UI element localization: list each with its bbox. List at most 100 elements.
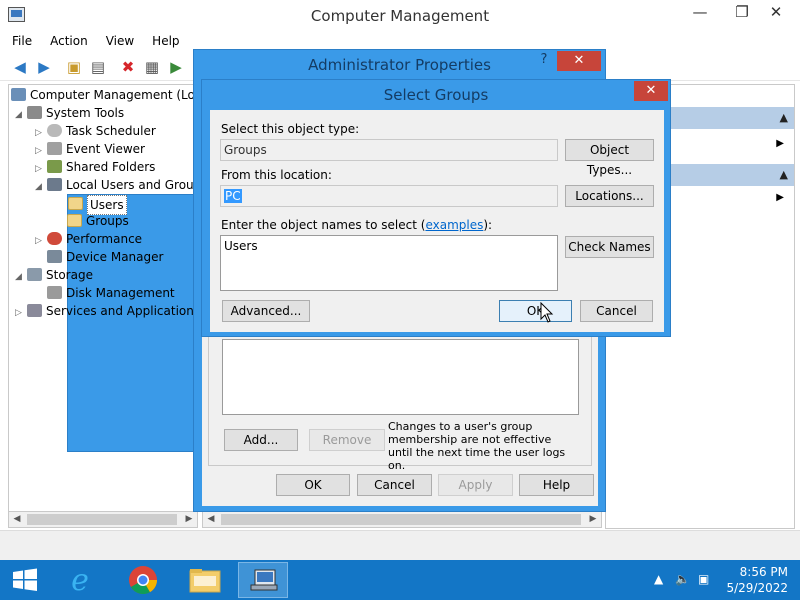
export-list-icon[interactable]: ▶: [166, 57, 186, 77]
object-type-field: Groups: [220, 139, 558, 161]
close-button[interactable]: ✕: [752, 0, 800, 26]
volume-muted-icon[interactable]: 🔈: [675, 572, 690, 586]
object-names-input[interactable]: Users: [220, 235, 558, 291]
properties-icon[interactable]: ▦: [142, 57, 162, 77]
tree-label: Performance: [66, 232, 143, 246]
windows-logo-icon: [13, 568, 37, 591]
help-button[interactable]: ?: [534, 52, 554, 72]
tree-label: Local Users and Groups: [66, 178, 198, 192]
cancel-button[interactable]: Cancel: [580, 300, 653, 322]
start-button[interactable]: [0, 562, 50, 598]
collapse-up-icon[interactable]: ▲: [780, 164, 788, 186]
object-type-label: Select this object type:: [221, 122, 360, 136]
scroll-right-icon[interactable]: ▶: [585, 512, 601, 527]
internet-explorer-icon: e: [71, 563, 89, 598]
ok-button[interactable]: OK: [276, 474, 350, 496]
taskbar-file-explorer[interactable]: [180, 562, 230, 598]
expand-arrow-icon[interactable]: ▷: [15, 304, 27, 322]
system-clock[interactable]: 8:56 PM 5/29/2022: [718, 564, 788, 596]
member-of-list[interactable]: [222, 339, 579, 415]
location-field: PC: [220, 185, 558, 207]
services-icon: [27, 304, 42, 317]
chrome-icon: [129, 566, 157, 594]
disk-icon: [47, 286, 62, 299]
tree-item-performance[interactable]: ▷ Performance: [35, 230, 142, 248]
collapse-up-icon[interactable]: ▲: [780, 107, 788, 129]
scroll-left-icon[interactable]: ◀: [203, 512, 219, 527]
tree-item-storage[interactable]: ◢ Storage: [15, 266, 93, 284]
taskbar-computer-management[interactable]: [238, 562, 288, 598]
remove-button[interactable]: Remove: [309, 429, 385, 451]
add-button[interactable]: Add...: [224, 429, 298, 451]
back-icon[interactable]: ◀: [10, 57, 30, 77]
device-manager-icon: [47, 250, 62, 263]
collapse-arrow-icon[interactable]: ◢: [15, 268, 27, 286]
object-types-button[interactable]: Object Types...: [565, 139, 654, 177]
delete-icon[interactable]: ✖: [118, 57, 138, 77]
tree-item-device-manager[interactable]: Device Manager: [47, 248, 163, 266]
forward-icon[interactable]: ▶: [34, 57, 54, 77]
scroll-thumb[interactable]: [27, 514, 177, 525]
membership-note: Changes to a user's group membership are…: [388, 420, 566, 472]
taskbar: e ▲ 🔈 ▣ 8:56 PM 5/29/2022: [0, 560, 800, 600]
cancel-button[interactable]: Cancel: [357, 474, 432, 496]
minimize-button[interactable]: —: [680, 0, 720, 26]
status-bar: [0, 530, 800, 560]
check-names-button[interactable]: Check Names: [565, 236, 654, 258]
tree-horizontal-scrollbar[interactable]: ◀ ▶: [8, 511, 198, 528]
clock-time: 8:56 PM: [739, 565, 788, 579]
scroll-left-icon[interactable]: ◀: [9, 512, 25, 527]
close-button[interactable]: ✕: [557, 51, 601, 71]
submenu-arrow-icon: ▶: [776, 138, 784, 149]
menu-view[interactable]: View: [100, 32, 140, 50]
scroll-right-icon[interactable]: ▶: [181, 512, 197, 527]
menu-action[interactable]: Action: [44, 32, 94, 50]
menu-file[interactable]: File: [6, 32, 38, 50]
taskbar-internet-explorer[interactable]: e: [55, 562, 105, 598]
close-button[interactable]: ✕: [634, 81, 668, 101]
collapse-arrow-icon[interactable]: ◢: [35, 178, 47, 196]
apply-button[interactable]: Apply: [438, 474, 513, 496]
enter-names-prefix: Enter the object names to select (: [221, 218, 426, 232]
submenu-arrow-icon: ▶: [776, 192, 784, 203]
collapse-arrow-icon[interactable]: ◢: [15, 106, 27, 124]
help-button-bottom[interactable]: Help: [519, 474, 594, 496]
scroll-thumb[interactable]: [221, 514, 581, 525]
tree-item-shared-folders[interactable]: ▷ Shared Folders: [35, 158, 155, 176]
advanced-button[interactable]: Advanced...: [222, 300, 310, 322]
tree-item-task-scheduler[interactable]: ▷ Task Scheduler: [35, 122, 156, 140]
up-folder-icon[interactable]: ▣: [64, 57, 84, 77]
tree-label: Storage: [46, 268, 93, 282]
tree-item-services-apps[interactable]: ▷ Services and Applications: [15, 302, 197, 322]
show-hide-tree-icon[interactable]: ▤: [88, 57, 108, 77]
storage-icon: [27, 268, 42, 281]
tree-item-groups[interactable]: Groups: [67, 212, 129, 230]
tree-item-local-users-groups[interactable]: ◢ Local Users and Groups: [35, 176, 198, 196]
computer-icon: [11, 88, 26, 101]
tree-item-event-viewer[interactable]: ▷ Event Viewer: [35, 140, 145, 158]
enter-names-label: Enter the object names to select (exampl…: [221, 218, 492, 232]
svg-text:e: e: [71, 563, 89, 598]
taskbar-chrome[interactable]: [118, 562, 168, 598]
show-hidden-icons-icon[interactable]: ▲: [654, 572, 663, 586]
menu-help[interactable]: Help: [146, 32, 185, 50]
folder-icon: [67, 214, 82, 227]
network-icon[interactable]: ▣: [698, 572, 709, 586]
examples-link[interactable]: examples: [425, 218, 483, 232]
enter-names-suffix: ):: [483, 218, 493, 232]
locations-button[interactable]: Locations...: [565, 185, 654, 207]
tree-item-root[interactable]: Computer Management (Loca: [11, 86, 197, 104]
tree-label: Device Manager: [66, 250, 164, 264]
tree-label: System Tools: [46, 106, 125, 120]
tree-label: Disk Management: [66, 286, 175, 300]
console-tree: Computer Management (Loca ◢ System Tools …: [8, 84, 198, 514]
location-value: PC: [224, 189, 242, 203]
shared-folder-icon: [47, 160, 62, 173]
event-viewer-icon: [47, 142, 62, 155]
ok-button[interactable]: OK: [499, 300, 572, 322]
clock-date: 5/29/2022: [726, 581, 788, 595]
content-horizontal-scrollbar[interactable]: ◀ ▶: [202, 511, 602, 528]
tree-item-system-tools[interactable]: ◢ System Tools: [15, 104, 124, 122]
tree-item-disk-management[interactable]: Disk Management: [47, 284, 175, 302]
expand-arrow-icon[interactable]: ▷: [35, 232, 47, 250]
